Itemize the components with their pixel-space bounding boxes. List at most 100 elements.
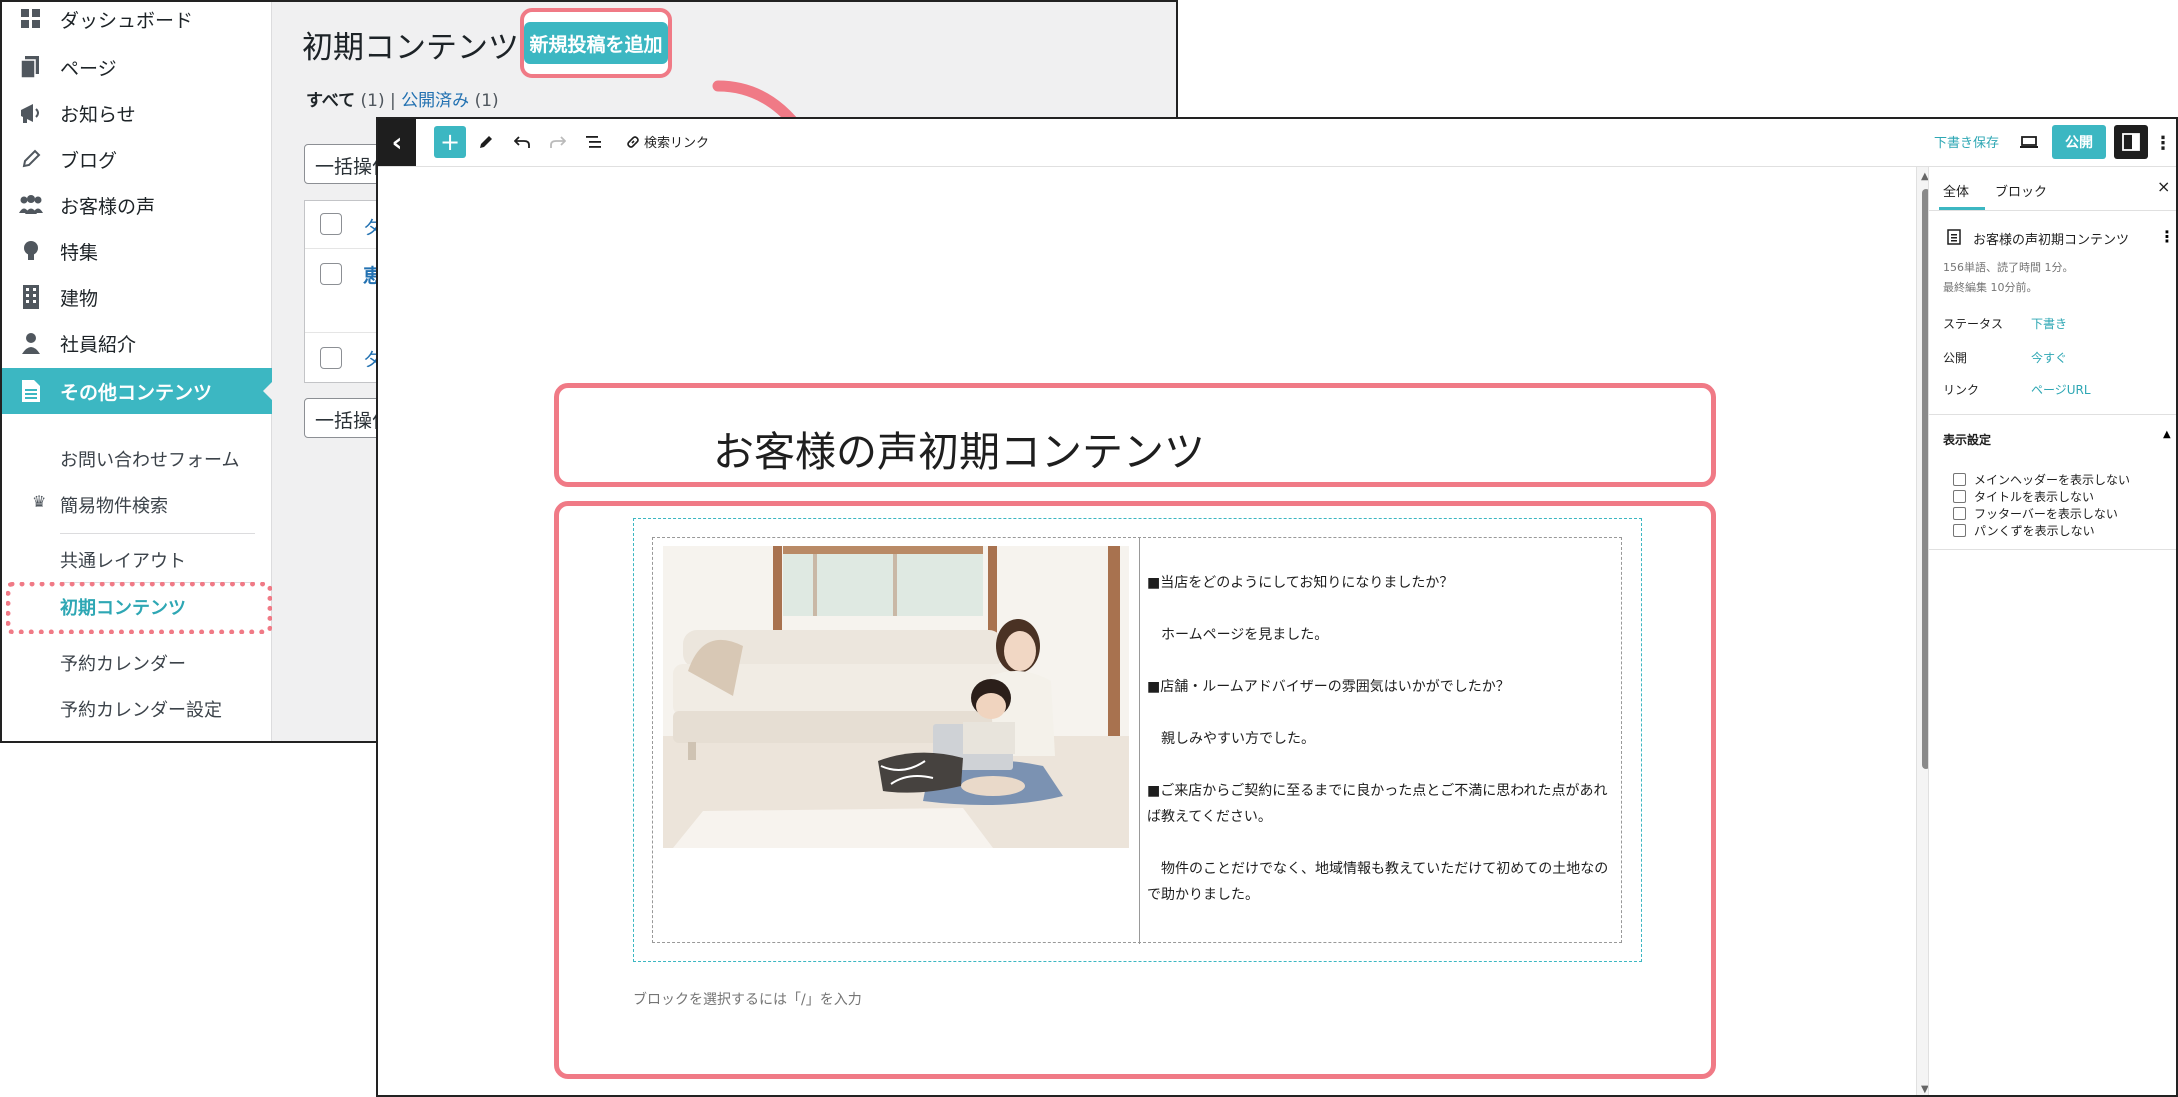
panel-divider	[1929, 414, 2176, 415]
sidebar-item-label: 建物	[60, 287, 99, 310]
megaphone-icon	[2, 102, 60, 124]
link-label: リンク	[1943, 383, 1980, 397]
status-label: ステータス	[1943, 317, 2004, 331]
select-all-checkbox[interactable]	[320, 213, 342, 235]
desktop-icon	[2020, 136, 2038, 148]
checkbox[interactable]	[1953, 490, 1966, 503]
checkbox[interactable]	[1953, 507, 1966, 520]
hide-breadcrumb-checkbox[interactable]: パンくずを表示しない	[1953, 522, 2095, 539]
answer-paragraph[interactable]: ホームページを見ました。	[1147, 622, 1617, 648]
checkbox[interactable]	[1953, 473, 1966, 486]
submenu-contact-form[interactable]: お問い合わせフォーム	[60, 446, 239, 472]
vertical-ellipsis-icon[interactable]: ⋮	[2159, 227, 2175, 246]
sidebar-toggle-icon	[2122, 133, 2140, 151]
dashboard-icon	[2, 9, 60, 29]
close-icon[interactable]: ×	[2157, 177, 2170, 196]
sidebar-item-buildings[interactable]: 建物	[2, 274, 272, 320]
sidebar-item-staff[interactable]: 社員紹介	[2, 320, 272, 366]
search-link-button[interactable]: 検索リンク	[626, 132, 709, 151]
living-room-photo[interactable]	[663, 546, 1129, 848]
block-appender-placeholder[interactable]: ブロックを選択するには「/」を入力	[633, 989, 862, 1009]
pencil-icon	[2, 149, 60, 169]
hide-title-checkbox[interactable]: タイトルを表示しない	[1953, 488, 2094, 505]
preview-button[interactable]	[2016, 130, 2042, 154]
document-title: お客様の声初期コンテンツ	[1973, 233, 2130, 248]
question-paragraph[interactable]: ■店舗・ルームアドバイザーの雰囲気はいかがでしたか？	[1147, 674, 1617, 700]
undo-button[interactable]	[508, 128, 536, 156]
sidebar-item-testimonials[interactable]: お客様の声	[2, 182, 272, 228]
redo-button[interactable]	[544, 128, 572, 156]
chevron-left-icon: ‹	[391, 127, 403, 158]
tools-button[interactable]	[472, 128, 500, 156]
answer-paragraph[interactable]: 親しみやすい方でした。	[1147, 726, 1617, 752]
panel-divider	[1929, 549, 2176, 550]
filter-published[interactable]: 公開済み	[401, 91, 469, 111]
groups-icon	[2, 195, 60, 215]
list-view-icon	[586, 136, 601, 148]
pages-icon	[2, 56, 60, 78]
sidebar-item-label: お知らせ	[60, 103, 136, 126]
admin-sidebar: ダッシュボード ページ お知らせ ブログ お客様の声 特集 建物 社員紹介 その…	[2, 2, 273, 741]
block-inserter-button[interactable]: +	[434, 126, 466, 158]
group-block[interactable]: ■当店をどのようにしてお知りになりましたか？ ホームページを見ました。 ■店舗・…	[633, 518, 1642, 962]
answer-paragraph[interactable]: 物件のことだけでなく、地域情報も教えていただけて初めての土地なので助かりました。	[1147, 856, 1617, 908]
highlight-dotted-frame	[6, 582, 272, 634]
status-filter-links: すべて (1) | 公開済み (1)	[306, 86, 499, 111]
filter-all-count: (1)	[360, 91, 385, 111]
redo-icon	[550, 136, 566, 148]
save-draft-button[interactable]: 下書き保存	[1934, 132, 1999, 151]
filter-all[interactable]: すべて	[306, 91, 355, 111]
plus-icon: +	[439, 128, 461, 156]
hide-footer-bar-checkbox[interactable]: フッターバーを表示しない	[1953, 505, 2118, 522]
more-options-button[interactable]: ⋮	[2154, 129, 2172, 157]
document-overview-button[interactable]	[580, 128, 608, 156]
sidebar-item-pages[interactable]: ページ	[2, 44, 272, 90]
checkbox-label: メインヘッダーを表示しない	[1974, 473, 2131, 487]
submenu-common-layout[interactable]: 共通レイアウト	[60, 547, 186, 573]
post-title[interactable]: お客様の声初期コンテンツ	[713, 418, 1205, 478]
add-new-post-button[interactable]: 新規投稿を追加	[524, 22, 668, 64]
question-paragraph[interactable]: ■当店をどのようにしてお知りになりましたか？	[1147, 570, 1617, 596]
page-icon	[1947, 229, 1961, 245]
column-divider	[1139, 538, 1140, 944]
building-icon	[2, 285, 60, 309]
link-value[interactable]: ページURL	[2031, 381, 2091, 398]
qa-text-column[interactable]: ■当店をどのようにしてお知りになりましたか？ ホームページを見ました。 ■店舗・…	[1147, 570, 1617, 934]
sidebar-item-news[interactable]: お知らせ	[2, 90, 272, 136]
sidebar-item-features[interactable]: 特集	[2, 228, 272, 274]
pen-icon	[480, 136, 492, 148]
submenu-reservation-calendar-settings[interactable]: 予約カレンダー設定	[60, 696, 222, 722]
undo-icon	[514, 136, 530, 148]
sidebar-item-label: その他コンテンツ	[60, 381, 213, 404]
row-checkbox[interactable]	[320, 263, 342, 285]
filter-separator: |	[390, 91, 396, 111]
chevron-up-icon[interactable]: ▲	[2163, 429, 2171, 440]
hide-main-header-checkbox[interactable]: メインヘッダーを表示しない	[1953, 471, 2130, 488]
question-paragraph[interactable]: ■ご来店からご契約に至るまでに良かった点とご不満に思われた点があれば教えてくださ…	[1147, 778, 1617, 830]
editor-canvas: お客様の声初期コンテンツ ■当店をどのようにしてお知りになりましたか？ ホームペ…	[378, 167, 1914, 1095]
sidebar-item-label: ダッシュボード	[60, 9, 194, 32]
sidebar-item-blog[interactable]: ブログ	[2, 136, 272, 182]
submenu-simple-search[interactable]: 簡易物件検索	[60, 492, 168, 518]
last-edited-meta: 最終編集 10分前。	[1943, 281, 2038, 294]
sidebar-item-dashboard[interactable]: ダッシュボード	[2, 2, 272, 42]
lightbulb-icon	[2, 240, 60, 262]
vertical-ellipsis-icon: ⋮	[2154, 132, 2172, 154]
submenu-reservation-calendar[interactable]: 予約カレンダー	[60, 650, 186, 676]
columns-block[interactable]: ■当店をどのようにしてお知りになりましたか？ ホームページを見ました。 ■店舗・…	[652, 537, 1622, 944]
settings-sidebar: 全体 ブロック × お客様の声初期コンテンツ ⋮ 156単語、読了時間 1分。 …	[1928, 167, 2176, 1095]
select-all-checkbox[interactable]	[320, 347, 342, 369]
publish-value[interactable]: 今すぐ	[2031, 349, 2067, 366]
back-button[interactable]: ‹	[378, 119, 416, 166]
sidebar-item-label: ブログ	[60, 149, 118, 172]
tab-post[interactable]: 全体	[1943, 181, 1969, 200]
word-count-meta: 156単語、読了時間 1分。	[1943, 261, 2074, 274]
page-title: 初期コンテンツ	[302, 30, 519, 66]
checkbox[interactable]	[1953, 524, 1966, 537]
sidebar-item-other-content[interactable]: その他コンテンツ	[2, 368, 273, 414]
settings-toggle-button[interactable]	[2114, 125, 2148, 159]
display-settings-heading[interactable]: 表示設定	[1943, 431, 1991, 448]
tab-block[interactable]: ブロック	[1995, 181, 2047, 200]
status-value[interactable]: 下書き	[2031, 315, 2067, 332]
publish-button[interactable]: 公開	[2052, 125, 2106, 159]
